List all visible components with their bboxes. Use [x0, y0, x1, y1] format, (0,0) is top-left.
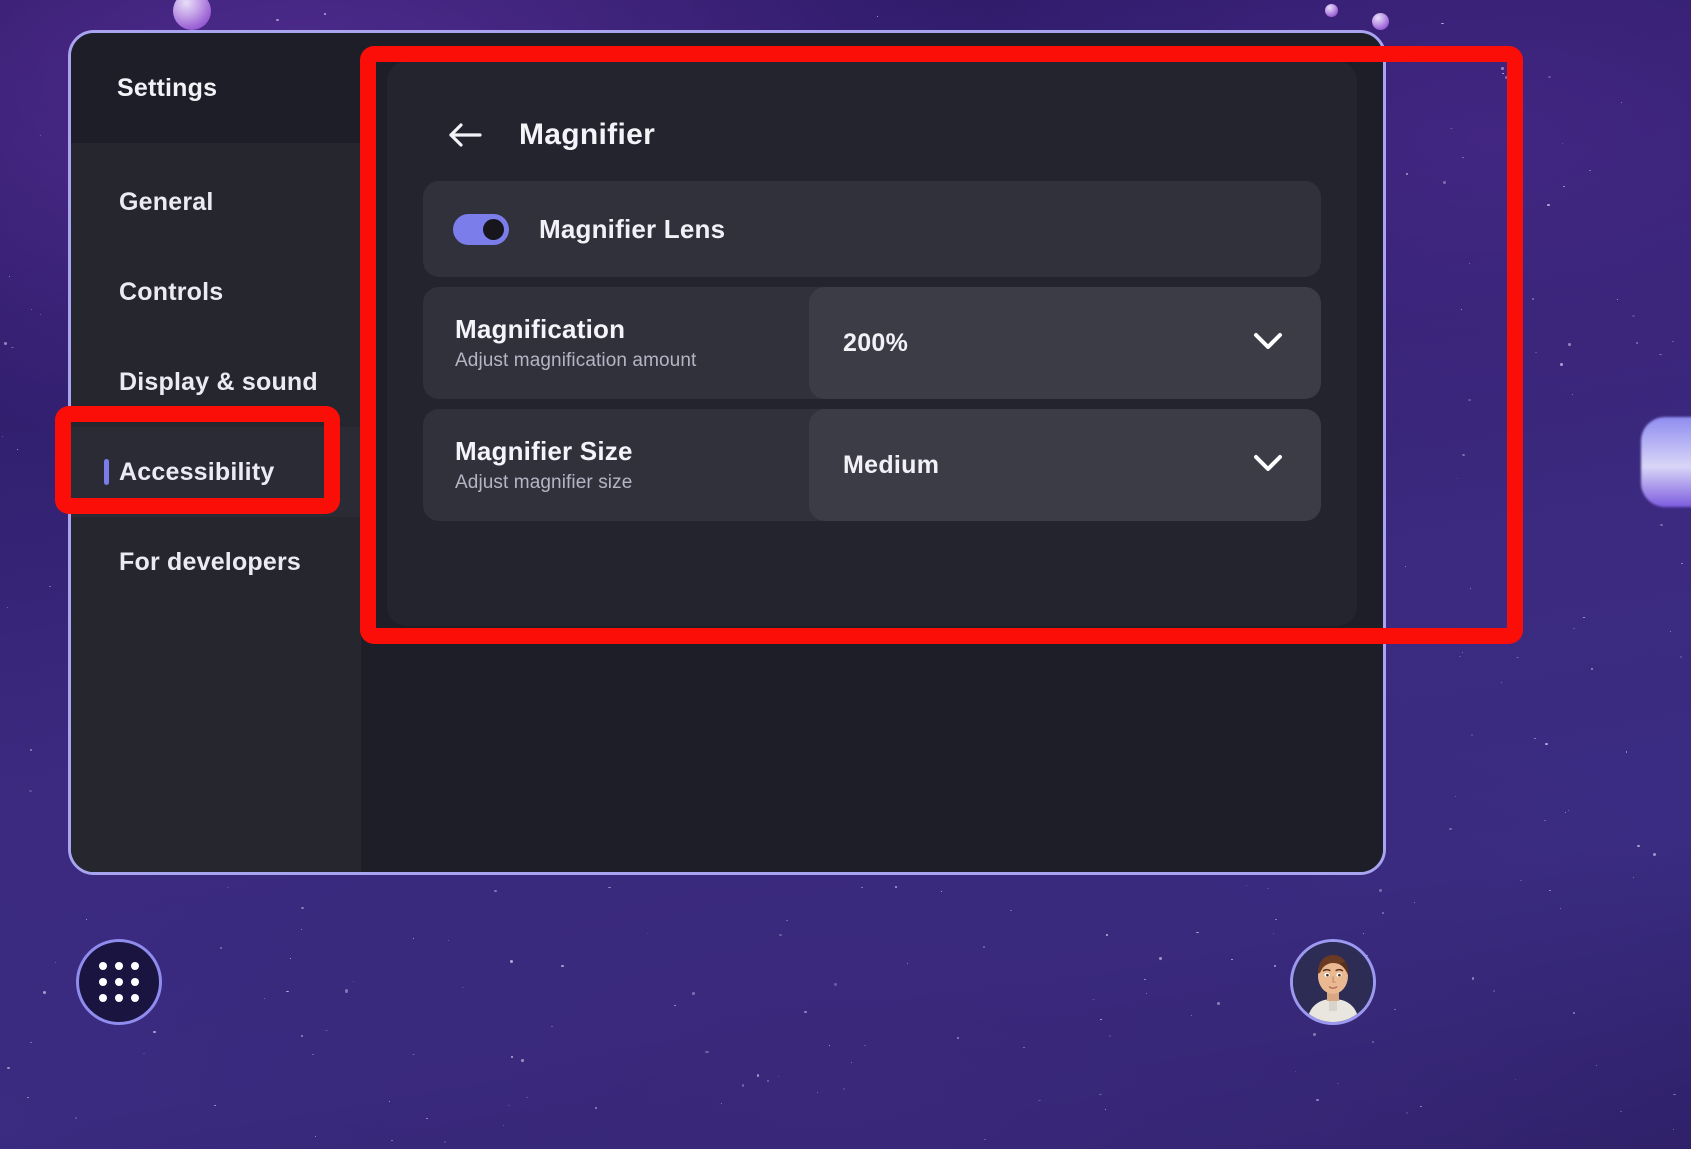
sidebar-item-accessibility[interactable]: Accessibility — [71, 427, 361, 517]
magnifier-size-labels: Magnifier Size Adjust magnifier size — [423, 436, 809, 494]
edge-glow-decoration — [1641, 417, 1691, 507]
magnification-value: 200% — [843, 328, 909, 357]
selection-accent-bar — [104, 459, 109, 485]
settings-main-content: Magnifier Magnifier Lens Magnification A… — [361, 33, 1383, 872]
sidebar-nav-list: General Controls Display & sound Accessi… — [71, 143, 361, 872]
planet-small-1 — [1325, 4, 1338, 17]
sidebar-item-label: Accessibility — [119, 457, 275, 486]
magnification-dropdown[interactable]: 200% — [809, 287, 1321, 399]
planet-small-2 — [1372, 13, 1389, 30]
sidebar-item-label: Controls — [119, 277, 224, 306]
magnification-row: Magnification Adjust magnification amoun… — [423, 287, 1321, 399]
magnification-title: Magnification — [455, 314, 626, 344]
sidebar-item-controls[interactable]: Controls — [71, 247, 361, 337]
grid-dots-icon — [99, 962, 139, 1002]
page-title: Magnifier — [519, 118, 656, 151]
sidebar-item-label: General — [119, 187, 214, 216]
magnifier-lens-label: Magnifier Lens — [539, 213, 726, 244]
settings-sidebar: Settings General Controls Display & soun… — [71, 33, 361, 872]
toggle-knob — [483, 218, 504, 240]
magnification-labels: Magnification Adjust magnification amoun… — [423, 314, 809, 372]
magnifier-lens-row[interactable]: Magnifier Lens — [423, 181, 1321, 277]
app-launcher-button[interactable] — [76, 939, 162, 1025]
user-avatar-button[interactable] — [1290, 939, 1376, 1025]
magnifier-size-title: Magnifier Size — [455, 436, 633, 466]
sidebar-title: Settings — [117, 73, 218, 102]
chevron-down-icon — [1253, 454, 1283, 477]
sidebar-item-general[interactable]: General — [71, 157, 361, 247]
magnifier-size-dropdown[interactable]: Medium — [809, 409, 1321, 521]
sidebar-item-display-and-sound[interactable]: Display & sound — [71, 337, 361, 427]
user-avatar-icon — [1293, 942, 1373, 1022]
sidebar-item-for-developers[interactable]: For developers — [71, 517, 361, 607]
settings-window: Settings General Controls Display & soun… — [68, 30, 1386, 875]
back-arrow-icon[interactable] — [445, 115, 485, 155]
magnifier-settings-panel: Magnifier Magnifier Lens Magnification A… — [387, 61, 1357, 626]
magnifier-size-row: Magnifier Size Adjust magnifier size Med… — [423, 409, 1321, 521]
magnification-subtitle: Adjust magnification amount — [455, 350, 697, 371]
magnifier-lens-toggle[interactable] — [453, 213, 509, 245]
magnifier-size-value: Medium — [843, 450, 940, 479]
magnifier-size-subtitle: Adjust magnifier size — [455, 472, 633, 493]
chevron-down-icon — [1253, 332, 1283, 355]
panel-header: Magnifier — [423, 89, 1321, 181]
planet-large — [173, 0, 211, 30]
sidebar-item-label: Display & sound — [119, 367, 318, 396]
sidebar-item-label: For developers — [119, 547, 302, 576]
